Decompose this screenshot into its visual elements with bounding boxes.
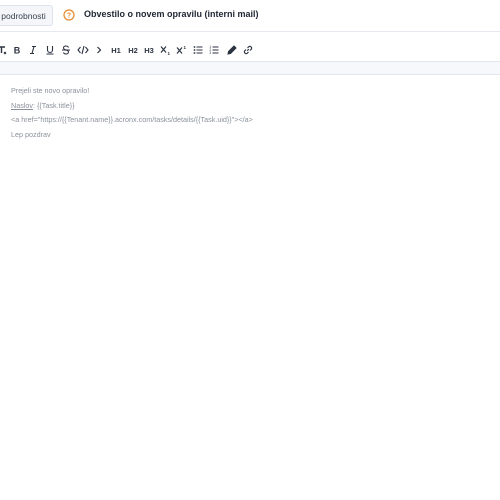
link-button[interactable] xyxy=(242,42,254,58)
help-icon[interactable]: ? xyxy=(63,9,75,21)
svg-text:B: B xyxy=(14,46,21,56)
bold-icon: B xyxy=(14,46,21,56)
underline-icon xyxy=(46,46,54,55)
editor-subbar xyxy=(0,62,500,75)
bullet-list-icon xyxy=(193,46,203,54)
ordered-list-button[interactable]: 1 2 3 xyxy=(208,42,220,58)
details-button[interactable]: podrobnosti xyxy=(0,5,53,26)
superscript-button[interactable]: 1 xyxy=(175,42,187,58)
heading-2-button[interactable]: H2 xyxy=(126,42,140,58)
clear-format-button[interactable] xyxy=(0,42,8,58)
bold-button[interactable]: B xyxy=(11,42,23,58)
placeholder-text: : {{Task.title}} xyxy=(32,100,75,110)
chevron-right-icon xyxy=(97,46,102,54)
code-icon xyxy=(77,45,89,55)
formatting-toolbar: B H1 H2 H3 1 1 1 2 3 xyxy=(0,38,500,62)
editor-line: Lep pozdrav xyxy=(11,129,51,139)
blockquote-button[interactable] xyxy=(94,42,104,58)
superscript-icon: 1 xyxy=(176,45,186,54)
editor-line: <a href="https://{{Tenant.name}}.acronx.… xyxy=(11,115,253,124)
svg-text:1: 1 xyxy=(167,51,170,55)
ordered-list-icon: 1 2 3 xyxy=(209,45,219,55)
clear-format-icon xyxy=(0,46,7,55)
strikethrough-button[interactable] xyxy=(60,42,72,58)
page-title: Obvestilo o novem opravilu (interni mail… xyxy=(84,9,259,19)
italic-icon xyxy=(30,45,36,55)
underlined-label: Naslov xyxy=(11,100,33,110)
editor-line: Naslov: {{Task.title}} xyxy=(11,101,253,116)
heading-3-button[interactable]: H3 xyxy=(142,42,156,58)
bullet-list-button[interactable] xyxy=(192,42,204,58)
strikethrough-icon xyxy=(62,45,70,55)
editor-line: Prejeli ste novo opravilo! xyxy=(11,86,90,95)
italic-button[interactable] xyxy=(27,42,39,58)
subscript-icon: 1 xyxy=(160,46,170,55)
highlight-button[interactable] xyxy=(226,42,238,58)
code-button[interactable] xyxy=(76,42,90,58)
underline-button[interactable] xyxy=(44,42,56,58)
svg-text:?: ? xyxy=(67,13,71,20)
editor-header: podrobnosti ? Obvestilo o novem opravilu… xyxy=(0,0,500,32)
subscript-button[interactable]: 1 xyxy=(159,42,171,58)
svg-text:1: 1 xyxy=(183,45,186,50)
editor-content[interactable]: Prejeli ste novo opravilo! Naslov: {{Tas… xyxy=(11,86,253,144)
link-icon xyxy=(243,45,253,55)
heading-1-button[interactable]: H1 xyxy=(109,42,123,58)
svg-text:3: 3 xyxy=(209,51,211,55)
pen-icon xyxy=(227,45,237,55)
